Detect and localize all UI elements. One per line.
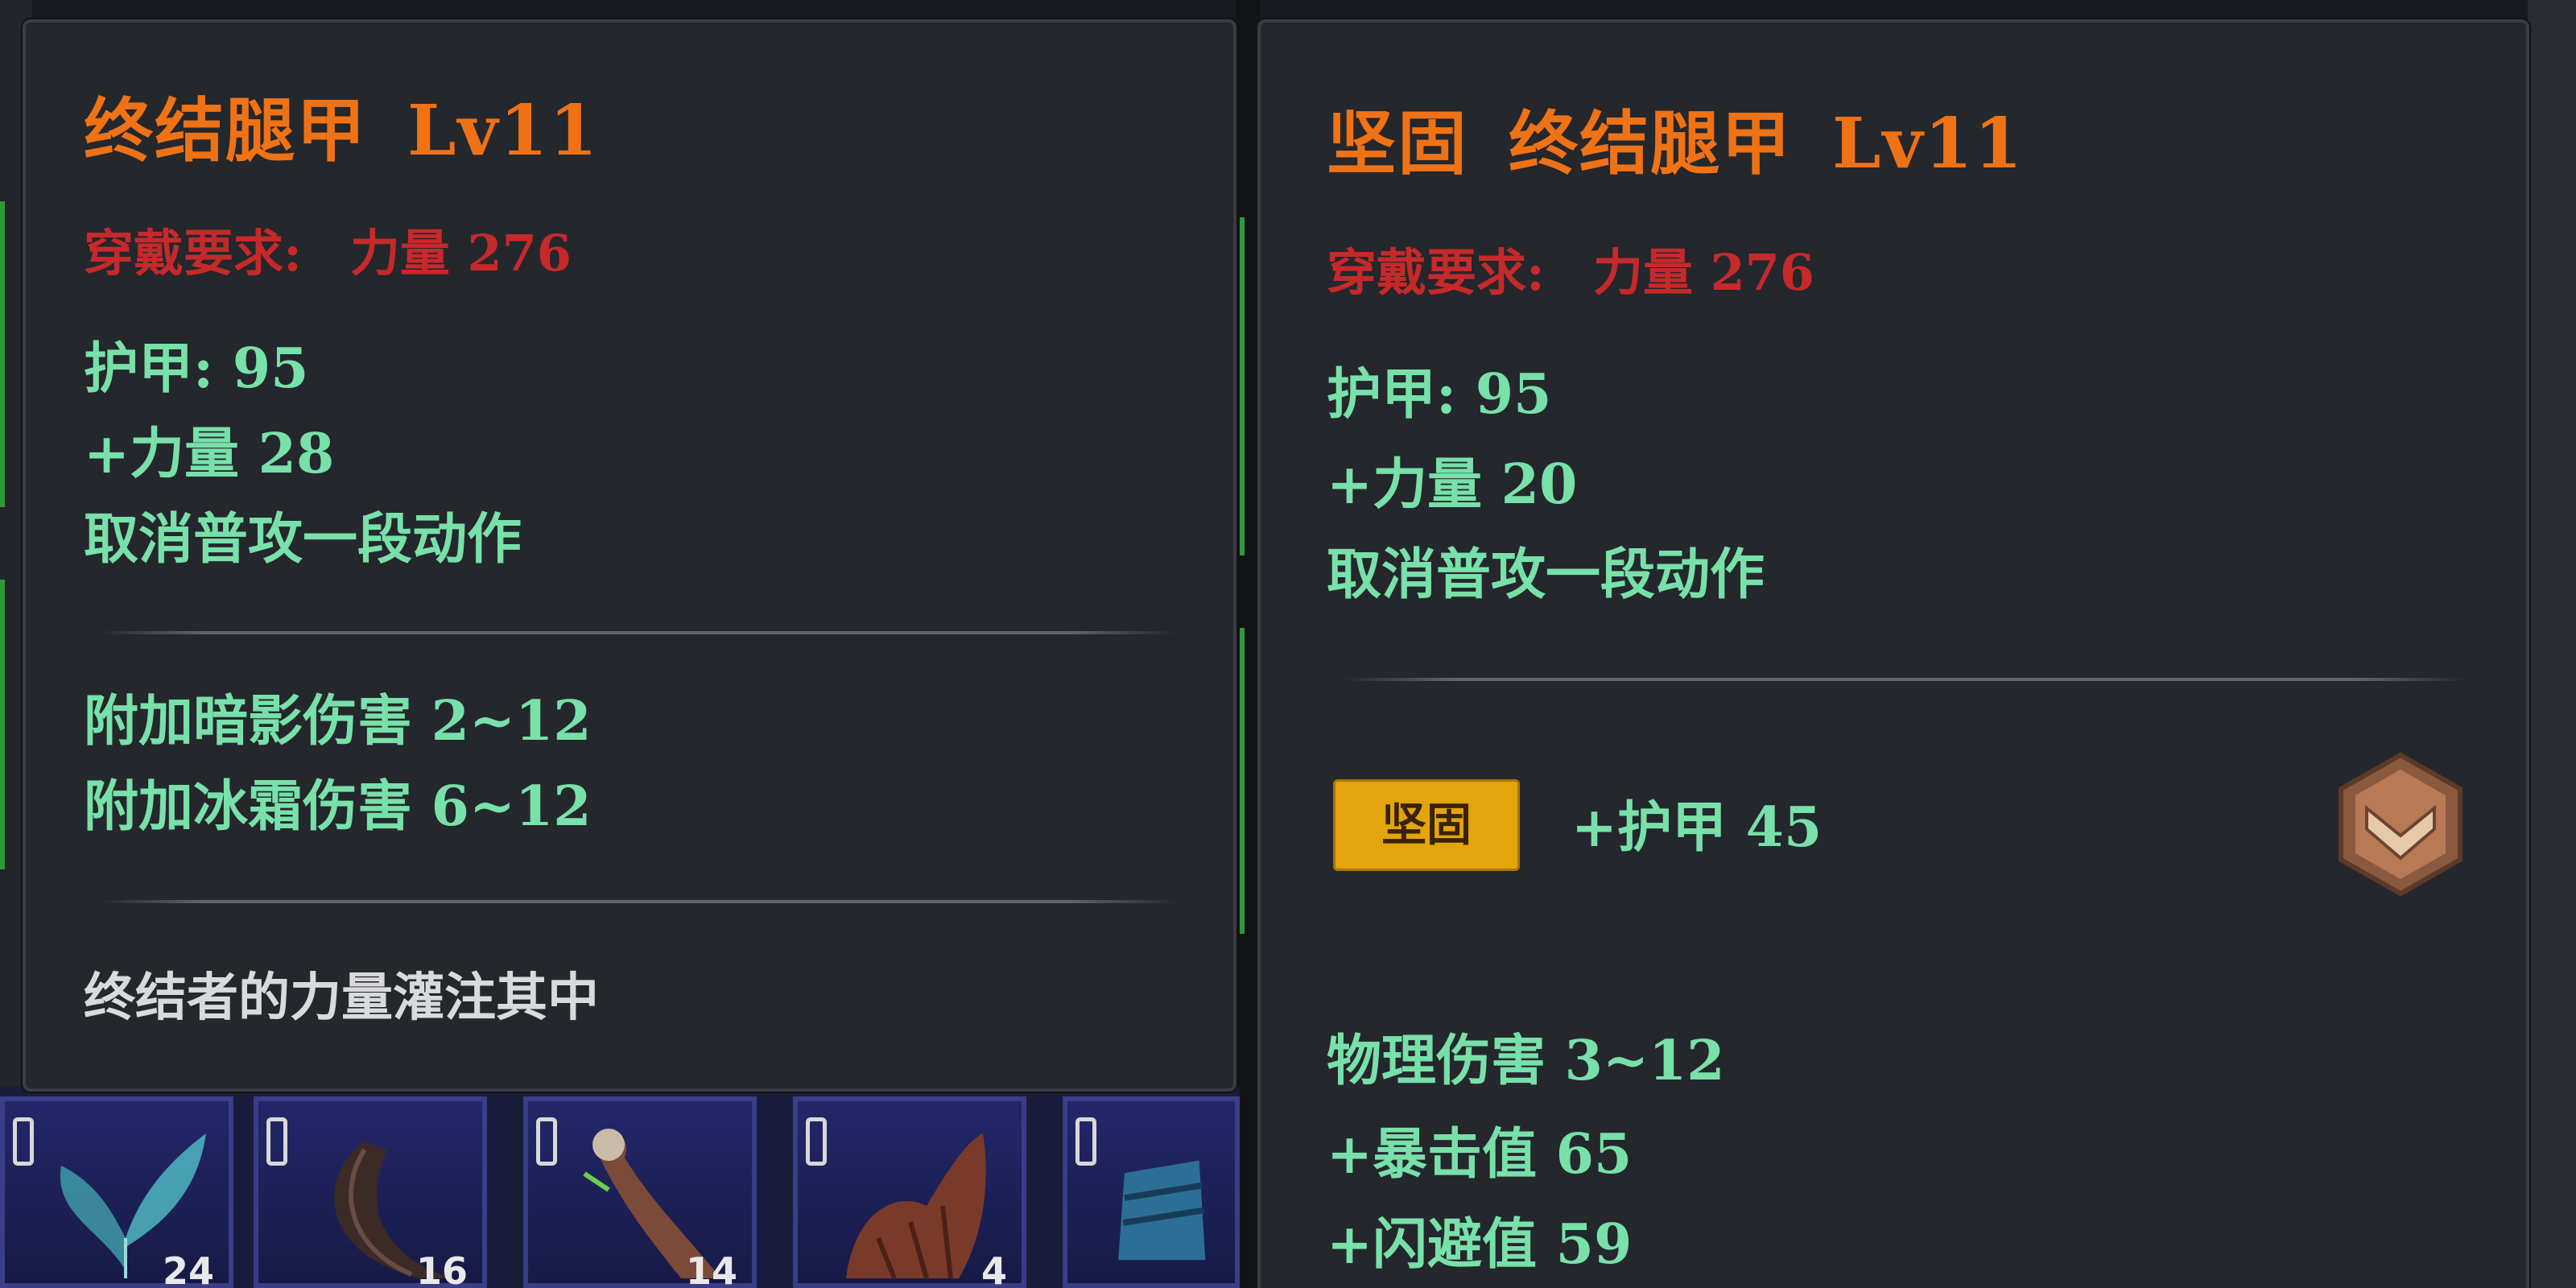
green-frame-edge bbox=[1240, 217, 1245, 555]
strength-stat: +力量 28 bbox=[84, 422, 335, 486]
affix-badge: 坚固 bbox=[1333, 779, 1520, 871]
item-level: Lv11 bbox=[1832, 103, 2025, 184]
green-frame-edge bbox=[0, 580, 5, 869]
item-tooltip-equipped: 终结腿甲 Lv11 穿戴要求: 力量 276 护甲: 95 +力量 28 取消普攻一… bbox=[23, 19, 1236, 1092]
item-count: 4 bbox=[980, 1249, 1007, 1288]
physical-damage-stat: 物理伤害 3~12 bbox=[1327, 1029, 1725, 1093]
armor-stat: 护甲: 95 bbox=[84, 336, 309, 401]
inventory-slot[interactable]: 16 bbox=[254, 1096, 487, 1288]
item-name: 终结腿甲 bbox=[84, 90, 367, 171]
green-frame-edge bbox=[0, 201, 5, 507]
requirement-label: 穿戴要求: bbox=[84, 224, 302, 283]
requirement-value: 力量 276 bbox=[349, 224, 572, 283]
lock-icon bbox=[13, 1117, 34, 1166]
item-prefix: 坚固 bbox=[1327, 103, 1468, 184]
section-divider bbox=[98, 631, 1177, 634]
item-name: 终结腿甲 bbox=[1509, 103, 1792, 184]
cancel-attack-stat: 取消普攻一段动作 bbox=[84, 507, 522, 572]
item-level: Lv11 bbox=[407, 90, 600, 171]
lock-icon bbox=[536, 1117, 557, 1166]
inventory-slot[interactable]: 14 bbox=[523, 1096, 757, 1288]
wear-requirement: 穿戴要求: 力量 276 bbox=[1327, 232, 1814, 304]
game-screen: 24 16 14 4 终结腿甲 Lv11 穿戴要求: 力量 276 护甲: 95… bbox=[0, 0, 2576, 1288]
item-count: 16 bbox=[415, 1249, 468, 1288]
requirement-label: 穿戴要求: bbox=[1327, 243, 1545, 302]
item-count: 24 bbox=[162, 1249, 214, 1288]
armor-stat: 护甲: 95 bbox=[1327, 362, 1552, 427]
crit-stat: +暴击值 65 bbox=[1327, 1122, 1633, 1187]
green-frame-edge bbox=[1240, 628, 1245, 934]
lock-icon bbox=[266, 1117, 287, 1166]
dodge-stat: +闪避值 59 bbox=[1327, 1212, 1633, 1277]
lock-icon bbox=[1075, 1117, 1096, 1166]
blue-armor-icon bbox=[1118, 1160, 1206, 1261]
strength-stat: +力量 20 bbox=[1327, 452, 1578, 517]
flavor-text: 终结者的力量灌注其中 bbox=[84, 968, 599, 1028]
item-count: 14 bbox=[685, 1249, 737, 1288]
section-divider bbox=[1341, 678, 2468, 681]
item-title: 坚固 终结腿甲 Lv11 bbox=[1327, 87, 2024, 188]
frost-damage-stat: 附加冰霜伤害 6~12 bbox=[84, 774, 592, 839]
item-title: 终结腿甲 Lv11 bbox=[84, 74, 599, 175]
requirement-value: 力量 276 bbox=[1592, 243, 1814, 302]
lock-icon bbox=[806, 1117, 827, 1166]
chevron-rank-icon bbox=[2339, 752, 2462, 897]
inventory-slot[interactable] bbox=[1063, 1096, 1240, 1288]
affix-armor-bonus: +护甲 45 bbox=[1571, 795, 1823, 860]
shadow-damage-stat: 附加暗影伤害 2~12 bbox=[84, 689, 592, 753]
section-divider bbox=[98, 900, 1177, 903]
inventory-slot[interactable]: 24 bbox=[0, 1096, 233, 1288]
cancel-attack-stat: 取消普攻一段动作 bbox=[1327, 543, 1765, 607]
background-panel-right bbox=[2528, 0, 2576, 1288]
item-tooltip-compare: 坚固 终结腿甲 Lv11 穿戴要求: 力量 276 护甲: 95 +力量 20 取消普… bbox=[1257, 19, 2529, 1288]
wear-requirement: 穿戴要求: 力量 276 bbox=[84, 213, 572, 285]
inventory-slot[interactable]: 4 bbox=[793, 1096, 1026, 1288]
